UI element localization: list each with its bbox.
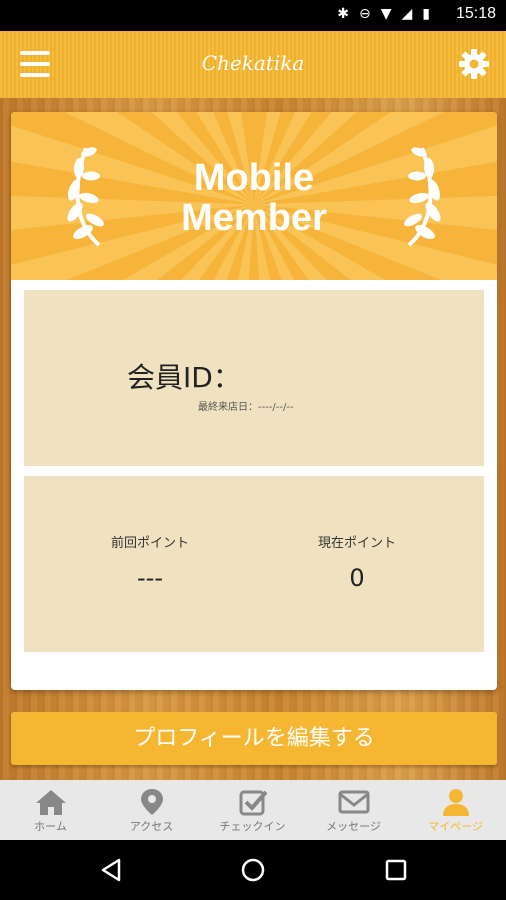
back-icon[interactable] (99, 857, 125, 883)
previous-points-value: --- (137, 564, 163, 592)
wifi-icon: ▼ (380, 6, 392, 22)
tab-mypage[interactable]: マイページ (405, 780, 506, 840)
edit-profile-button[interactable]: プロフィールを編集する (11, 712, 497, 765)
tab-checkin[interactable]: チェックイン (202, 780, 303, 840)
member-id-label: 会員ID： (127, 361, 241, 394)
tab-home[interactable]: ホーム (0, 780, 101, 840)
bottom-tab-bar: ホーム アクセス チェックイン メッセージ マイページ (0, 780, 506, 840)
last-visit-date: 最終来店日：----/--/-- (198, 402, 294, 413)
banner-title-line2: Member (181, 197, 327, 239)
home-icon (35, 790, 66, 815)
tab-message-label: メッセージ (326, 820, 381, 833)
mobile-member-banner: Mobile Member (11, 112, 497, 280)
tab-message[interactable]: メッセージ (303, 780, 404, 840)
tab-checkin-label: チェックイン (219, 820, 286, 833)
home-nav-icon[interactable] (240, 857, 266, 883)
gear-icon[interactable] (458, 48, 490, 80)
status-icons: ✱ ⊖ ▼ ◢ ▮ (337, 6, 430, 22)
map-pin-icon (140, 789, 163, 815)
status-bar: ✱ ⊖ ▼ ◢ ▮ 15:18 (0, 0, 506, 31)
system-nav-bar (0, 840, 506, 900)
tab-mypage-label: マイページ (428, 820, 483, 833)
tab-access[interactable]: アクセス (101, 780, 202, 840)
mail-icon (338, 790, 369, 814)
member-card: Mobile Member 会員ID： 最終来店日：----/--/-- 前回ポ… (11, 112, 497, 690)
app-title: Chekatika (201, 51, 305, 75)
bluetooth-icon: ✱ (337, 6, 349, 22)
status-time: 15:18 (455, 5, 496, 22)
app-bar: Chekatika (0, 31, 506, 98)
points-panel: 前回ポイント --- 現在ポイント 0 (24, 476, 484, 652)
previous-points-label: 前回ポイント (110, 536, 189, 551)
current-points-value: 0 (349, 564, 365, 592)
do-not-disturb-icon: ⊖ (358, 6, 371, 22)
recents-icon[interactable] (383, 857, 409, 883)
tab-access-label: アクセス (129, 820, 174, 833)
user-icon (442, 789, 469, 816)
battery-icon: ▮ (422, 6, 430, 22)
banner-title-line1: Mobile (193, 157, 315, 199)
checkin-icon (239, 790, 268, 816)
member-id-panel: 会員ID： 最終来店日：----/--/-- (24, 290, 484, 466)
signal-icon: ◢ (401, 6, 413, 22)
tab-home-label: ホーム (34, 820, 67, 833)
current-points-label: 現在ポイント (317, 536, 396, 551)
